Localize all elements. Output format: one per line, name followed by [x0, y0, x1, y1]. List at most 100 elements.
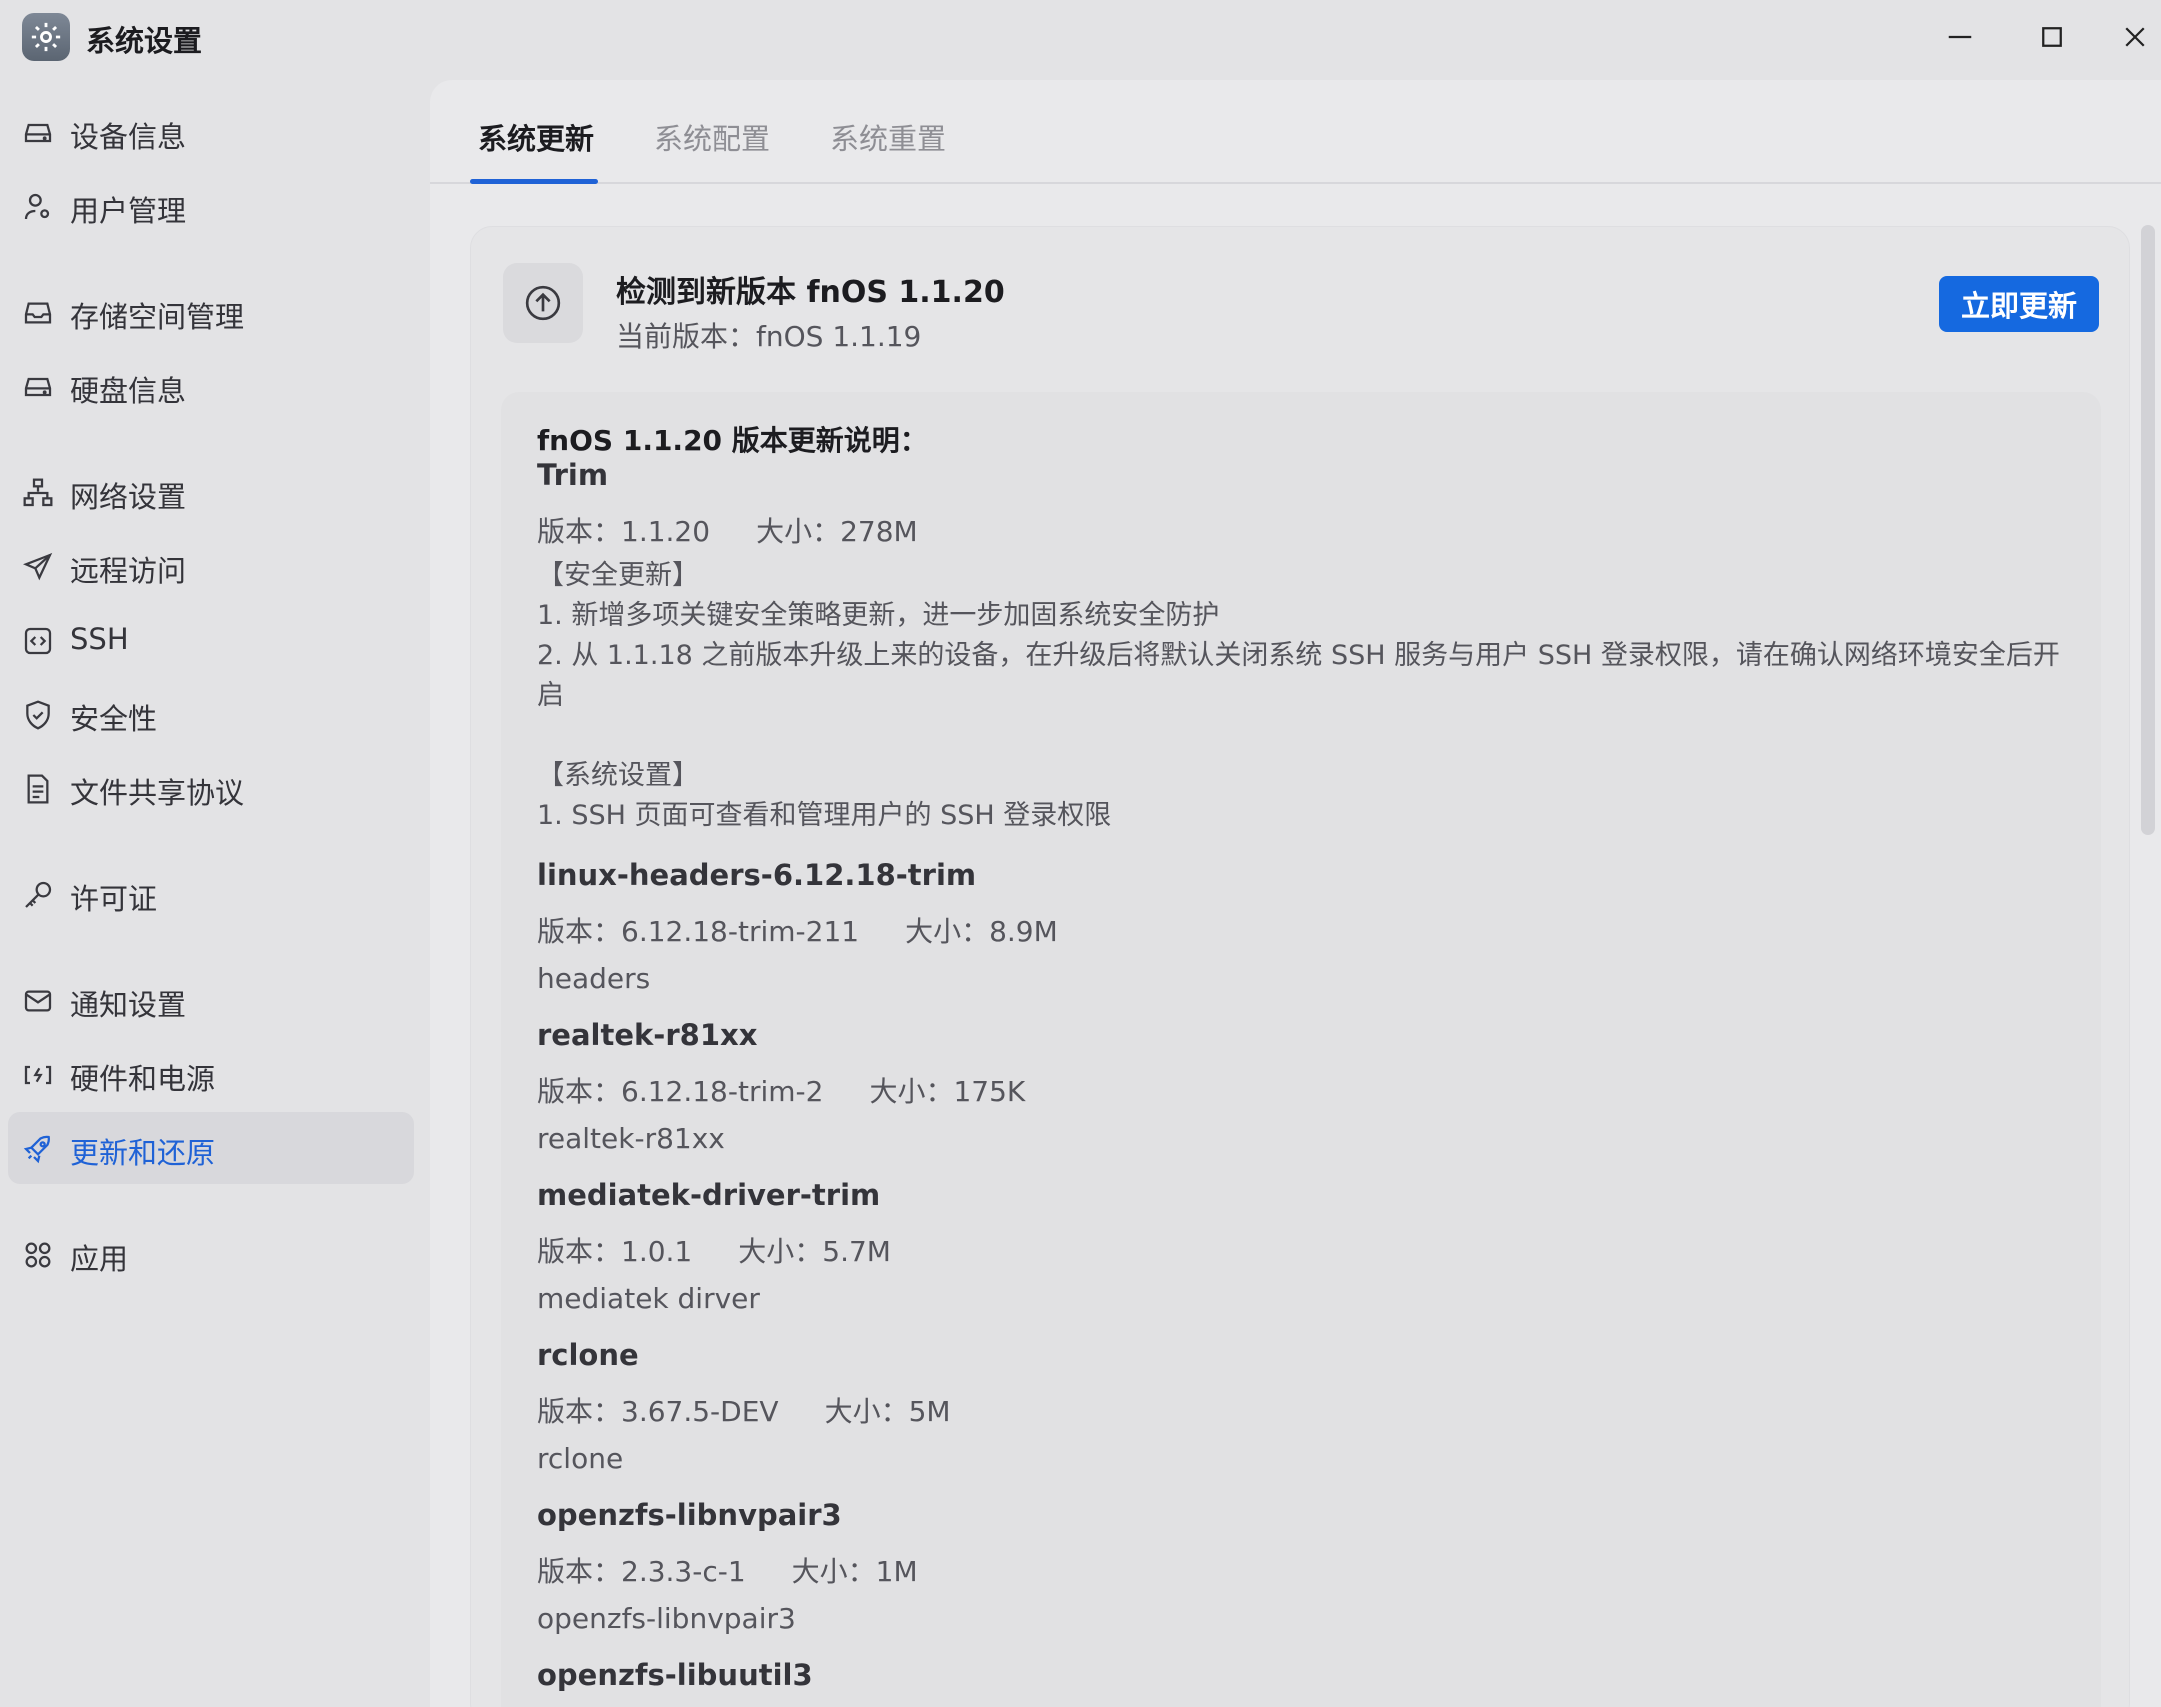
package-size: 大小：8.9M: [905, 915, 1058, 948]
changelog-line: 1. SSH 页面可查看和管理用户的 SSH 登录权限: [537, 800, 1112, 831]
sidebar-item-update-restore[interactable]: 更新和还原: [8, 1112, 414, 1184]
package-name: mediatek-driver-trim: [537, 1178, 881, 1212]
package-name: openzfs-libnvpair3: [537, 1498, 842, 1532]
update-card: 检测到新版本 fnOS 1.1.20 当前版本：fnOS 1.1.19 立即更新…: [470, 226, 2130, 1707]
package-meta: 版本：3.67.5-DEV 大小：5M: [537, 1390, 951, 1430]
mail-icon: [22, 985, 54, 1017]
close-icon: [2125, 27, 2145, 47]
changelog-line: 2. 从 1.1.18 之前版本升级上来的设备，在升级后将默认关闭系统 SSH …: [537, 640, 2060, 711]
tab-system-update[interactable]: 系统更新: [478, 116, 594, 158]
sidebar-item-label: 安全性: [70, 702, 158, 736]
changelog-line: 【安全更新】: [537, 560, 699, 591]
scrollbar-thumb[interactable]: [2141, 225, 2155, 835]
package-meta: 版本：2.3.3-c-1 大小：1M: [537, 1550, 918, 1590]
package-meta: 版本：6.12.18-trim-211 大小：8.9M: [537, 910, 1058, 950]
main-panel: 系统更新 系统配置 系统重置 检测到新版本 fnOS 1.1.20 当前版本：f…: [430, 80, 2161, 1707]
tab-system-config[interactable]: 系统配置: [654, 116, 770, 158]
maximize-button[interactable]: [2022, 14, 2082, 60]
sidebar-item-label: 通知设置: [70, 988, 187, 1022]
rocket-icon: [22, 1133, 54, 1165]
package-name: openzfs-libuutil3: [537, 1658, 813, 1692]
shield-icon: [22, 699, 54, 731]
package-name: rclone: [537, 1338, 639, 1372]
sidebar-item-ssh[interactable]: SSH: [8, 604, 414, 676]
sidebar-item-file-sharing[interactable]: 文件共享协议: [8, 752, 414, 824]
package-meta: 版本：1.1.20 大小：278M: [537, 510, 918, 550]
sidebar-item-storage[interactable]: 存储空间管理: [8, 276, 414, 348]
maximize-icon: [2042, 27, 2062, 47]
sidebar-item-label: 更新和还原: [70, 1136, 216, 1170]
package-version: 版本：2.3.3-c-1: [537, 1555, 746, 1588]
sidebar-item-disk-info[interactable]: 硬盘信息: [8, 350, 414, 422]
window-title: 系统设置: [86, 24, 203, 58]
settings-window: 系统设置 设备信息 用户管理 存储空间管理 硬盘信息 网络设置 远程访问 SSH…: [0, 0, 2161, 1707]
power-plug-icon: [22, 1059, 54, 1091]
package-name: realtek-r81xx: [537, 1018, 758, 1052]
release-notes-heading: fnOS 1.1.20 版本更新说明：: [537, 424, 928, 457]
package-description: headers: [537, 962, 651, 995]
title-bar: 系统设置: [0, 0, 2161, 78]
package-description: openzfs-libnvpair3: [537, 1602, 796, 1635]
new-version-title: 检测到新版本 fnOS 1.1.20: [616, 275, 1005, 310]
release-notes[interactable]: fnOS 1.1.20 版本更新说明： Trim 版本：1.1.20 大小：278…: [501, 392, 2101, 1707]
sidebar-item-label: 远程访问: [70, 554, 187, 588]
gear-icon: [22, 13, 70, 61]
network-icon: [22, 477, 54, 509]
sidebar-item-notifications[interactable]: 通知设置: [8, 964, 414, 1036]
sidebar-item-security[interactable]: 安全性: [8, 678, 414, 750]
inbox-tray-icon: [22, 297, 54, 329]
arrow-up-circle-icon: [503, 263, 583, 343]
minimize-icon: [1948, 35, 1972, 39]
sidebar: 设备信息 用户管理 存储空间管理 硬盘信息 网络设置 远程访问 SSH 安全性 …: [0, 78, 420, 1707]
package-description: rclone: [537, 1442, 624, 1475]
sidebar-item-license[interactable]: 许可证: [8, 858, 414, 930]
sidebar-item-label: 存储空间管理: [70, 300, 245, 334]
active-tab-indicator: [470, 179, 598, 184]
package-version: 版本：1.0.1: [537, 1235, 693, 1268]
send-icon: [22, 551, 54, 583]
package-name: Trim: [537, 458, 609, 492]
package-version: 版本：6.12.18-trim-2: [537, 1075, 824, 1108]
sidebar-item-remote-access[interactable]: 远程访问: [8, 530, 414, 602]
drive-icon: [22, 117, 54, 149]
sidebar-item-user-management[interactable]: 用户管理: [8, 170, 414, 242]
sidebar-item-device-info[interactable]: 设备信息: [8, 96, 414, 168]
document-icon: [22, 773, 54, 805]
sidebar-item-apps[interactable]: 应用: [8, 1218, 414, 1290]
sidebar-item-label: 硬盘信息: [70, 374, 187, 408]
package-size: 大小：5.7M: [738, 1235, 891, 1268]
code-box-icon: [22, 625, 54, 657]
tab-system-reset[interactable]: 系统重置: [830, 116, 946, 158]
package-version: 版本：1.1.20: [537, 515, 711, 548]
package-meta: 版本：6.12.18-trim-2 大小：175K: [537, 1070, 1025, 1110]
package-size: 大小：278M: [756, 515, 918, 548]
changelog-line: 【系统设置】: [537, 760, 699, 791]
changelog-line: 1. 新增多项关键安全策略更新，进一步加固系统安全防护: [537, 600, 1220, 631]
package-version: 版本：6.12.18-trim-211: [537, 915, 860, 948]
package-name: linux-headers-6.12.18-trim: [537, 858, 977, 892]
package-description: mediatek dirver: [537, 1282, 760, 1315]
sidebar-item-label: 设备信息: [70, 120, 187, 154]
sidebar-item-label: 网络设置: [70, 480, 187, 514]
sidebar-item-label: 许可证: [70, 882, 158, 916]
package-description: realtek-r81xx: [537, 1122, 725, 1155]
minimize-button[interactable]: [1930, 14, 1990, 60]
package-size: 大小：175K: [869, 1075, 1026, 1108]
package-size: 大小：5M: [824, 1395, 951, 1428]
tab-bar: 系统更新 系统配置 系统重置: [430, 80, 2161, 184]
package-meta: 版本：1.0.1 大小：5.7M: [537, 1230, 891, 1270]
package-size: 大小：1M: [791, 1555, 918, 1588]
sidebar-item-label: 应用: [70, 1242, 129, 1276]
sidebar-item-label: 用户管理: [70, 194, 187, 228]
close-button[interactable]: [2112, 14, 2158, 60]
trim-changelog: 【安全更新】 1. 新增多项关键安全策略更新，进一步加固系统安全防护 2. 从 …: [537, 556, 2077, 836]
sidebar-item-network[interactable]: 网络设置: [8, 456, 414, 528]
apps-grid-icon: [22, 1239, 54, 1271]
sidebar-item-label: SSH: [70, 622, 129, 656]
changelog-spacer: [537, 716, 2077, 756]
update-now-button[interactable]: 立即更新: [1939, 276, 2099, 332]
sidebar-item-hardware-power[interactable]: 硬件和电源: [8, 1038, 414, 1110]
key-icon: [22, 879, 54, 911]
drive-icon: [22, 371, 54, 403]
sidebar-item-label: 文件共享协议: [70, 776, 245, 810]
